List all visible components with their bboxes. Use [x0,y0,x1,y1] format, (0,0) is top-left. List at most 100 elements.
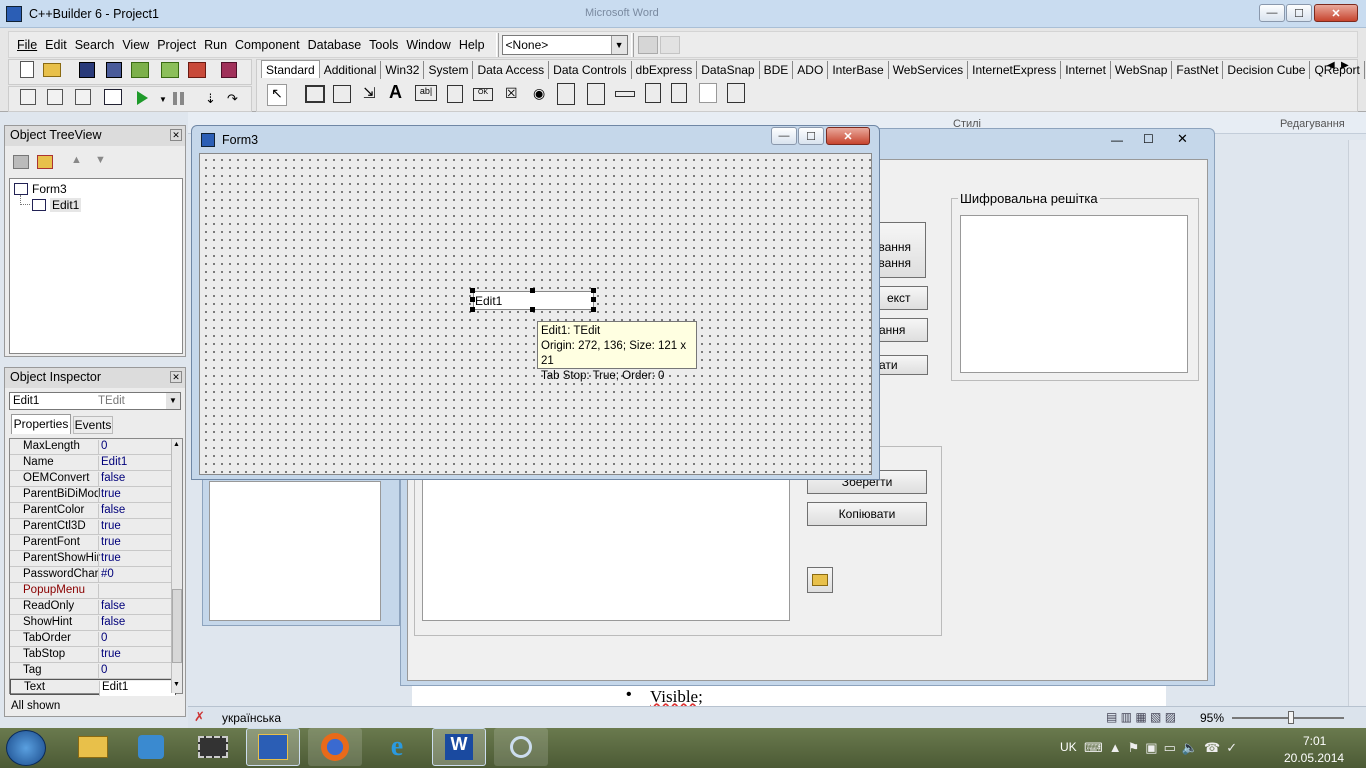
menu-component[interactable]: Component [235,38,300,52]
radiogroup-icon[interactable] [671,83,687,103]
property-value[interactable]: true [98,536,174,551]
checkbox-icon[interactable]: ☒ [505,85,518,102]
panel-icon[interactable] [699,83,717,103]
palette-tab-system[interactable]: System [424,61,474,79]
firefox-taskbar-button[interactable] [308,728,362,766]
pointer-icon[interactable]: ↖ [267,84,287,106]
property-row[interactable]: Text Edit1 [10,679,176,696]
property-row[interactable]: Name Edit1 [10,455,176,471]
mainmenu-icon[interactable] [305,85,325,103]
cipher-grid-memo[interactable] [960,215,1188,373]
mpc-taskbar-button[interactable] [186,728,240,766]
property-value[interactable]: #0 [98,568,174,583]
trace-into-icon[interactable]: ⇣ [205,91,216,107]
property-value[interactable]: true [98,648,174,663]
property-row[interactable]: Tag 0 [10,663,176,679]
property-row[interactable]: MaxLength 0 [10,439,176,455]
move-up-icon[interactable]: ▲ [71,154,82,166]
bg-memo[interactable] [422,478,790,621]
clock-date[interactable]: 20.05.2014 [1284,751,1344,765]
palette-tab-dbexpress[interactable]: dbExpress [632,61,698,79]
property-value[interactable]: false [98,472,174,487]
bg-button-2[interactable]: екст [876,286,928,310]
close-button[interactable]: ✕ [1177,131,1188,147]
tree-item-form3[interactable]: Form3 [32,182,67,196]
property-row[interactable]: TabOrder 0 [10,631,176,647]
property-value[interactable]: true [98,520,174,535]
language-indicator[interactable]: українська [222,711,281,725]
palette-tab-decision-cube[interactable]: Decision Cube [1223,61,1311,79]
button-icon[interactable]: OK [473,88,493,101]
popupmenu-icon[interactable] [333,85,351,103]
inspector-close-icon[interactable]: ✕ [170,371,182,383]
property-value[interactable]: Edit1 [98,456,174,471]
property-row[interactable]: ParentFont true [10,535,176,551]
scrollbar-icon[interactable] [615,91,635,97]
property-value[interactable]: true [98,488,174,503]
menu-edit[interactable]: Edit [45,38,67,52]
desktop-set-icon[interactable] [659,35,680,54]
label-icon-a[interactable]: ⇲ [363,84,376,102]
palette-tab-internetexpress[interactable]: InternetExpress [968,61,1062,79]
chevron-down-icon[interactable]: ▼ [610,35,627,54]
palette-tab-bde[interactable]: BDE [760,61,794,79]
selection-handle[interactable] [591,288,596,293]
toolbar-grip-2[interactable] [630,32,634,57]
form3-close-button[interactable]: ✕ [826,127,870,145]
run-icon[interactable] [137,91,148,105]
palette-tab-interbase[interactable]: InterBase [828,61,889,79]
label-icon[interactable]: A [389,82,402,103]
menu-view[interactable]: View [122,38,149,52]
copy-button[interactable]: Копіювати [807,502,927,526]
scroll-up-icon[interactable]: ▲ [173,441,180,448]
zoom-slider-thumb[interactable] [1288,711,1294,724]
menu-database[interactable]: Database [308,38,362,52]
maximize-button[interactable]: ☐ [1143,132,1154,146]
property-row[interactable]: PasswordChar #0 [10,567,176,583]
word-scrollbar[interactable] [1348,140,1366,706]
desktop-save-icon[interactable] [637,35,658,54]
view-unit-icon[interactable] [20,89,36,105]
palette-scroll-left-icon[interactable]: ◀ [1327,60,1335,71]
selection-handle[interactable] [470,307,475,312]
property-row[interactable]: ShowHint false [10,615,176,631]
move-down-icon[interactable]: ▼ [95,154,106,166]
search-taskbar-button[interactable] [494,728,548,766]
proofing-icon[interactable]: ✗ [194,709,205,725]
property-row[interactable]: ParentCtl3D true [10,519,176,535]
palette-tab-ado[interactable]: ADO [793,61,829,79]
property-row[interactable]: ReadOnly false [10,599,176,615]
ie-taskbar-button[interactable]: e [370,728,424,766]
palette-tab-additional[interactable]: Additional [320,61,382,79]
open-project-icon[interactable] [131,61,150,78]
palette-tab-win32[interactable]: Win32 [381,61,425,79]
property-row[interactable]: ParentShowHir true [10,551,176,567]
property-row[interactable]: ParentColor false [10,503,176,519]
cppbuilder-taskbar-button[interactable] [246,728,300,766]
save-icon[interactable] [78,61,95,78]
property-row[interactable]: ParentBiDiMod true [10,487,176,503]
menu-project[interactable]: Project [157,38,196,52]
inspector-tab-events[interactable]: Events [73,416,113,434]
property-value[interactable]: false [98,616,174,631]
minimize-button[interactable]: — [1111,133,1123,147]
menu-search[interactable]: Search [75,38,115,52]
menu-tools[interactable]: Tools [369,38,398,52]
property-row[interactable]: TabStop true [10,647,176,663]
bg-button-4[interactable]: ати [876,355,928,375]
form3-minimize-button[interactable]: — [771,127,797,145]
palette-tab-websnap[interactable]: WebSnap [1111,61,1173,79]
palette-scroll-right-icon[interactable]: ▶ [1341,60,1349,71]
start-button[interactable] [6,730,46,766]
property-value[interactable]: 0 [98,632,174,647]
new-item-icon[interactable] [13,155,29,169]
inspector-scrollbar[interactable]: ▲ ▼ [171,439,182,693]
language-indicator[interactable]: UK [1060,740,1077,754]
combobox-icon[interactable] [587,83,605,105]
menu-window[interactable]: Window [406,38,450,52]
view-buttons[interactable]: ▤ ▥ ▦ ▧ ▨ [1106,710,1176,724]
property-row[interactable]: PopupMenu [10,583,176,599]
palette-tab-data-access[interactable]: Data Access [473,61,550,79]
bg-left-listbox[interactable] [209,481,381,621]
help-book-icon[interactable] [221,61,238,78]
